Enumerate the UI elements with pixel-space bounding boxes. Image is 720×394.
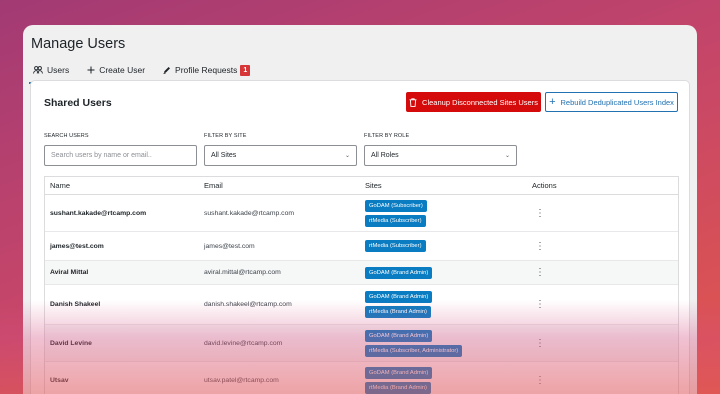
pencil-icon xyxy=(163,66,171,74)
site-badge: GoDAM (Brand Admin) xyxy=(365,367,433,379)
site-badge: rtMedia (Subscriber) xyxy=(365,214,426,227)
card-title: Shared Users xyxy=(44,97,112,109)
user-name: Danish Shakeel xyxy=(50,301,101,308)
cleanup-disconnected-button[interactable]: Cleanup Disconnected Sites Users xyxy=(406,92,541,112)
trash-icon xyxy=(409,97,417,107)
site-badge: rtMedia (Subscriber) xyxy=(365,240,426,252)
site-badge: GoDAM (Brand Admin) xyxy=(365,291,433,303)
table-row: Aviral Mittal aviral.mittal@rtcamp.com G… xyxy=(45,261,678,285)
user-email: danish.shakeel@rtcamp.com xyxy=(204,301,292,308)
site-badge: GoDAM (Brand Admin) xyxy=(365,329,433,342)
tab-users-label: Users xyxy=(47,65,70,75)
table-row: james@test.com james@test.com rtMedia (S… xyxy=(45,232,678,261)
user-name: David Levine xyxy=(50,339,92,347)
table-row: David Levine david.levine@rtcamp.com GoD… xyxy=(45,325,678,362)
user-sites: GoDAM (Brand Admin) rtMedia (Brand Admin… xyxy=(365,291,522,318)
more-actions-icon[interactable]: ⋮ xyxy=(532,208,545,219)
table-row: Danish Shakeel danish.shakeel@rtcamp.com… xyxy=(45,285,678,325)
user-email: david.levine@rtcamp.com xyxy=(204,339,283,347)
site-filter-value: All Sites xyxy=(211,152,237,159)
plus-icon xyxy=(87,66,95,74)
user-sites: GoDAM (Brand Admin) xyxy=(365,266,522,279)
user-name: james@test.com xyxy=(50,242,104,250)
search-users-label: SEARCH USERS xyxy=(44,133,89,139)
table-row: sushant.kakade@rtcamp.com sushant.kakade… xyxy=(45,195,678,232)
tab-profile-requests[interactable]: Profile Requests 1 xyxy=(161,62,252,78)
filter-role-label: FILTER BY ROLE xyxy=(364,133,410,139)
user-sites: rtMedia (Subscriber) xyxy=(365,240,522,252)
site-filter-select[interactable]: All Sites ⌄ xyxy=(204,145,357,166)
column-header-name: Name xyxy=(50,181,71,190)
more-actions-icon[interactable]: ⋮ xyxy=(532,338,545,349)
table-row: Utsav utsav.patel@rtcamp.com GoDAM (Bran… xyxy=(45,362,678,394)
user-name: Utsav xyxy=(50,377,69,384)
rebuild-index-button[interactable]: + Rebuild Deduplicated Users Index xyxy=(545,92,678,112)
site-badge: GoDAM (Subscriber) xyxy=(365,199,427,212)
user-sites: GoDAM (Subscriber) rtMedia (Subscriber) xyxy=(365,199,522,227)
column-header-actions: Actions xyxy=(532,181,557,190)
column-header-email: Email xyxy=(204,181,223,190)
chevron-down-icon: ⌄ xyxy=(344,153,350,159)
user-sites: GoDAM (Brand Admin) rtMedia (Subscriber,… xyxy=(365,329,522,357)
site-badge: rtMedia (Brand Admin) xyxy=(365,306,431,318)
filter-site-label: FILTER BY SITE xyxy=(204,133,247,139)
role-filter-select[interactable]: All Roles ⌄ xyxy=(364,145,517,166)
column-header-sites: Sites xyxy=(365,181,382,190)
table-header: Name Email Sites Actions xyxy=(45,177,678,195)
tab-bar: Users Create User Profile Requests 1 xyxy=(28,62,266,84)
page-title: Manage Users xyxy=(31,36,126,52)
user-name: Aviral Mittal xyxy=(50,269,89,276)
tab-create-user-label: Create User xyxy=(99,65,146,75)
user-email: james@test.com xyxy=(204,242,255,250)
notification-badge: 1 xyxy=(240,64,251,76)
user-email: utsav.patel@rtcamp.com xyxy=(204,377,279,384)
cleanup-button-label: Cleanup Disconnected Sites Users xyxy=(422,97,538,107)
site-badge: rtMedia (Subscriber, Administrator) xyxy=(365,344,463,357)
users-icon xyxy=(33,66,43,74)
user-name: sushant.kakade@rtcamp.com xyxy=(50,209,147,217)
shared-users-card: Shared Users Cleanup Disconnected Sites … xyxy=(30,80,690,394)
tab-users[interactable]: Users xyxy=(28,62,75,84)
more-actions-icon[interactable]: ⋮ xyxy=(532,241,545,252)
users-table: Name Email Sites Actions sushant.kakade@… xyxy=(44,176,679,394)
search-input[interactable]: Search users by name or email.. xyxy=(44,145,197,166)
site-badge: GoDAM (Brand Admin) xyxy=(365,266,433,279)
app-window: Manage Users Users Create User Profile R… xyxy=(23,25,697,394)
tab-create-user[interactable]: Create User xyxy=(85,62,147,78)
more-actions-icon[interactable]: ⋮ xyxy=(532,267,545,278)
chevron-down-icon: ⌄ xyxy=(504,153,510,159)
site-badge: rtMedia (Brand Admin) xyxy=(365,382,431,394)
tab-profile-requests-label: Profile Requests xyxy=(175,65,238,75)
search-placeholder: Search users by name or email.. xyxy=(51,152,152,159)
user-email: sushant.kakade@rtcamp.com xyxy=(204,209,295,217)
user-email: aviral.mittal@rtcamp.com xyxy=(204,269,281,276)
user-sites: GoDAM (Brand Admin) rtMedia (Brand Admin… xyxy=(365,367,522,394)
role-filter-value: All Roles xyxy=(371,152,399,159)
rebuild-button-label: Rebuild Deduplicated Users Index xyxy=(560,97,674,107)
more-actions-icon[interactable]: ⋮ xyxy=(532,299,545,310)
more-actions-icon[interactable]: ⋮ xyxy=(532,375,545,386)
plus-icon: + xyxy=(549,95,556,108)
